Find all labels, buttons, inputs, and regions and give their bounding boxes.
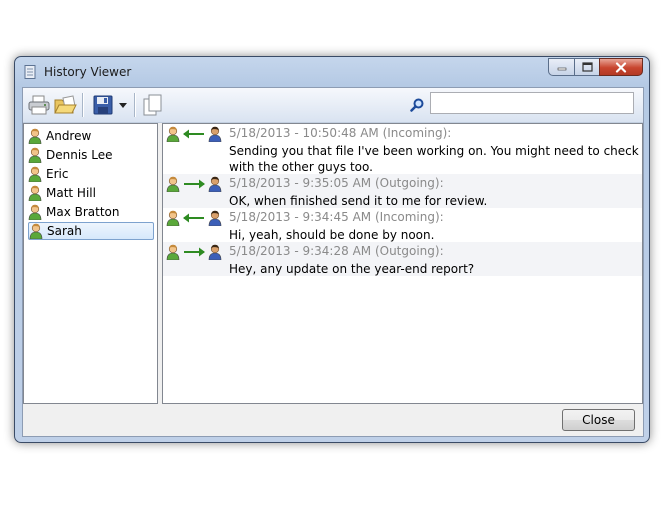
contact-name: Andrew bbox=[46, 129, 92, 143]
footer: Close bbox=[23, 404, 643, 436]
arrow-right-icon bbox=[184, 247, 205, 257]
print-button[interactable] bbox=[27, 93, 51, 117]
minimize-button[interactable] bbox=[548, 58, 574, 76]
maximize-icon bbox=[581, 62, 593, 72]
arrow-left-icon bbox=[183, 129, 204, 139]
message-direction-icons bbox=[166, 126, 224, 142]
message-body: Hey, any update on the year-end report? bbox=[229, 262, 475, 276]
contact-avatar-icon bbox=[166, 244, 180, 260]
save-options-dropdown[interactable] bbox=[117, 93, 129, 117]
contact-avatar-icon bbox=[166, 176, 180, 192]
contact-avatar-icon bbox=[28, 147, 42, 163]
message-header: 5/18/2013 - 9:35:05 AM (Outgoing): bbox=[229, 176, 444, 190]
message-direction-icons bbox=[166, 210, 224, 226]
open-button[interactable] bbox=[53, 93, 77, 117]
contact-name: Sarah bbox=[47, 224, 82, 238]
message-item: 5/18/2013 - 10:50:48 AM (Incoming): Sendi… bbox=[163, 124, 642, 174]
search-input[interactable] bbox=[430, 92, 634, 114]
contact-item[interactable]: Max Bratton bbox=[28, 203, 154, 221]
window-title: History Viewer bbox=[44, 65, 132, 79]
contact-avatar-icon bbox=[28, 166, 42, 182]
contact-list[interactable]: Andrew Dennis Lee Eric Matt Hill Max Bratton… bbox=[23, 123, 158, 404]
user-avatar-icon bbox=[208, 210, 222, 226]
maximize-button[interactable] bbox=[574, 58, 599, 76]
arrow-right-icon bbox=[184, 179, 205, 189]
history-viewer-window: History Viewer Andrew Dennis Lee Eric Ma… bbox=[14, 56, 650, 443]
message-header: 5/18/2013 - 9:34:28 AM (Outgoing): bbox=[229, 244, 444, 258]
contact-item[interactable]: Andrew bbox=[28, 127, 154, 145]
close-window-button[interactable] bbox=[599, 58, 643, 76]
print-icon bbox=[28, 95, 50, 115]
contact-avatar-icon bbox=[28, 185, 42, 201]
message-item: 5/18/2013 - 9:35:05 AM (Outgoing): OK, wh… bbox=[163, 174, 642, 208]
message-item: 5/18/2013 - 9:34:28 AM (Outgoing): Hey, a… bbox=[163, 242, 642, 276]
history-book-icon bbox=[24, 65, 36, 79]
message-body: Sending you that file I've been working … bbox=[229, 144, 639, 174]
contact-avatar-icon bbox=[166, 210, 180, 226]
contact-avatar-icon bbox=[28, 128, 42, 144]
message-body: OK, when finished send it to me for revi… bbox=[229, 194, 488, 208]
user-avatar-icon bbox=[208, 176, 222, 192]
message-header: 5/18/2013 - 9:34:45 AM (Incoming): bbox=[229, 210, 444, 224]
contact-name: Dennis Lee bbox=[46, 148, 113, 162]
copy-button[interactable] bbox=[141, 93, 165, 117]
client-area: Andrew Dennis Lee Eric Matt Hill Max Bratton… bbox=[22, 87, 644, 437]
title-bar[interactable]: History Viewer bbox=[15, 57, 649, 87]
copy-icon bbox=[143, 94, 162, 116]
arrow-left-icon bbox=[183, 213, 204, 223]
open-folder-icon bbox=[54, 95, 77, 114]
contact-avatar-icon bbox=[28, 204, 42, 220]
caption-buttons bbox=[548, 58, 643, 77]
close-icon bbox=[615, 61, 627, 73]
message-body: Hi, yeah, should be done by noon. bbox=[229, 228, 435, 242]
message-direction-icons bbox=[166, 176, 224, 192]
dropdown-arrow-icon bbox=[119, 102, 127, 108]
contact-name: Eric bbox=[46, 167, 69, 181]
save-icon bbox=[93, 95, 113, 115]
contact-item[interactable]: Eric bbox=[28, 165, 154, 183]
close-button[interactable]: Close bbox=[562, 409, 635, 431]
search-icon bbox=[410, 98, 424, 112]
save-button[interactable] bbox=[91, 93, 115, 117]
toolbar bbox=[23, 88, 643, 123]
contact-item[interactable]: Sarah bbox=[28, 222, 154, 240]
contact-avatar-icon bbox=[166, 126, 180, 142]
message-item: 5/18/2013 - 9:34:45 AM (Incoming): Hi, ye… bbox=[163, 208, 642, 242]
message-header: 5/18/2013 - 10:50:48 AM (Incoming): bbox=[229, 126, 452, 140]
message-history[interactable]: 5/18/2013 - 10:50:48 AM (Incoming): Sendi… bbox=[162, 123, 643, 404]
contact-item[interactable]: Matt Hill bbox=[28, 184, 154, 202]
contact-name: Matt Hill bbox=[46, 186, 96, 200]
contact-name: Max Bratton bbox=[46, 205, 120, 219]
minimize-icon bbox=[557, 67, 566, 71]
user-avatar-icon bbox=[208, 126, 222, 142]
contact-avatar-icon bbox=[29, 223, 43, 239]
contact-item[interactable]: Dennis Lee bbox=[28, 146, 154, 164]
user-avatar-icon bbox=[208, 244, 222, 260]
message-direction-icons bbox=[166, 244, 224, 260]
